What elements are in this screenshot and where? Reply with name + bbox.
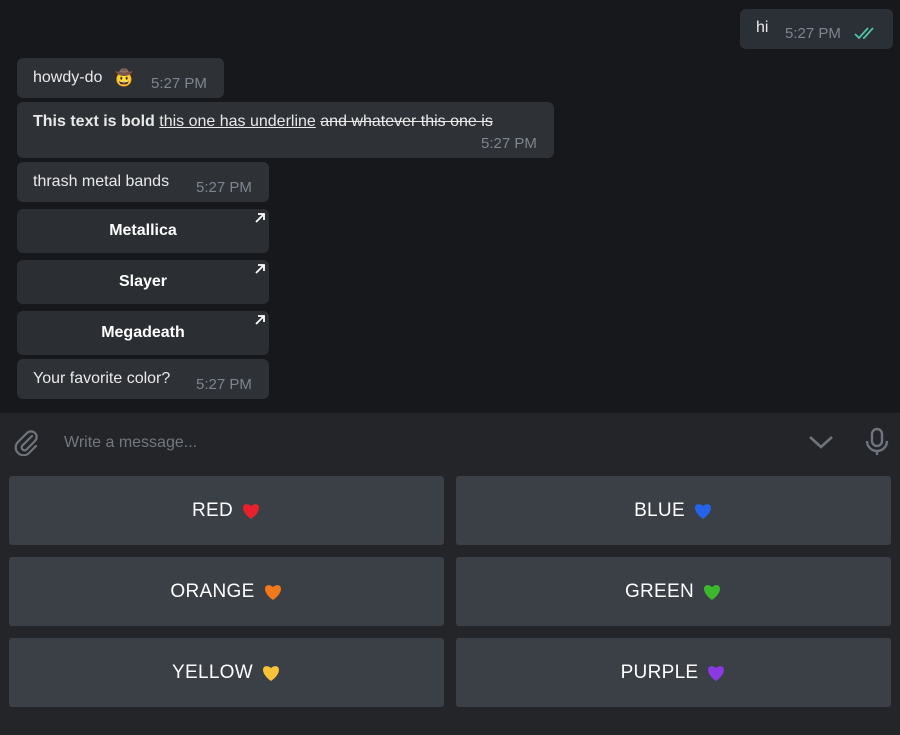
message-list: hi 5:27 PM howdy-do 🤠 5:27 PM This text … [0,0,900,412]
message-input[interactable] [62,431,766,455]
keyboard-button-red[interactable]: RED [9,476,444,545]
reply-keyboard: RED BLUE ORANGE GREEN YELLOW PURPLE [0,468,900,735]
message-text: thrash metal bands [33,173,170,190]
inline-button-megadeath[interactable]: Megadeath [17,311,269,355]
external-link-icon [255,264,265,274]
purple-heart-icon [708,665,725,681]
message-composer [0,412,900,469]
chevron-down-icon[interactable] [808,433,834,451]
incoming-message[interactable]: Your favorite color? 5:27 PM [17,359,269,399]
incoming-message[interactable]: thrash metal bands 5:27 PM [17,162,269,202]
double-check-icon [854,27,874,40]
keyboard-button-label: ORANGE [170,580,255,602]
message-time: 5:27 PM [196,376,252,393]
keyboard-button-label: GREEN [624,580,695,602]
external-link-icon [255,213,265,223]
blue-heart-icon [694,503,711,519]
cowboy-emoji-icon: 🤠 [114,70,134,87]
keyboard-button-label: YELLOW [172,661,253,683]
inline-button-slayer[interactable]: Slayer [17,260,269,304]
keyboard-button-orange[interactable]: ORANGE [9,557,444,626]
message-time: 5:27 PM [785,25,841,42]
underline-text: this one has underline [159,113,316,130]
message-time: 5:27 PM [151,75,207,92]
keyboard-button-green[interactable]: GREEN [456,557,891,626]
message-time: 5:27 PM [196,179,252,196]
incoming-message-formatted[interactable]: This text is bold this one has underline… [17,102,554,158]
orange-heart-icon [264,584,281,600]
keyboard-button-label: BLUE [634,499,685,521]
inline-button-metallica[interactable]: Metallica [17,209,269,253]
yellow-heart-icon [263,665,279,681]
keyboard-button-purple[interactable]: PURPLE [456,638,891,707]
inline-button-label: Metallica [109,222,177,239]
paperclip-icon[interactable] [12,428,40,456]
inline-button-label: Slayer [118,273,168,290]
keyboard-button-label: PURPLE [620,661,699,683]
message-text: Your favorite color? [33,370,171,387]
green-heart-icon [704,584,721,600]
red-heart-icon [243,503,259,519]
incoming-message[interactable]: howdy-do 🤠 5:27 PM [17,58,224,98]
telegram-chat-window: hi 5:27 PM howdy-do 🤠 5:27 PM This text … [0,0,900,735]
microphone-icon[interactable] [864,427,890,457]
message-time: 5:27 PM [481,135,537,152]
inline-button-label: Megadeath [101,324,185,341]
keyboard-button-yellow[interactable]: YELLOW [9,638,444,707]
bold-text: This text is bold [33,113,155,130]
strikethrough-text: and whatever this one is [320,113,493,130]
outgoing-message[interactable]: hi 5:27 PM [740,9,893,49]
message-text: howdy-do [33,69,103,86]
keyboard-button-blue[interactable]: BLUE [456,476,891,545]
external-link-icon [255,315,265,325]
message-text: hi [756,19,769,36]
keyboard-button-label: RED [191,499,233,521]
